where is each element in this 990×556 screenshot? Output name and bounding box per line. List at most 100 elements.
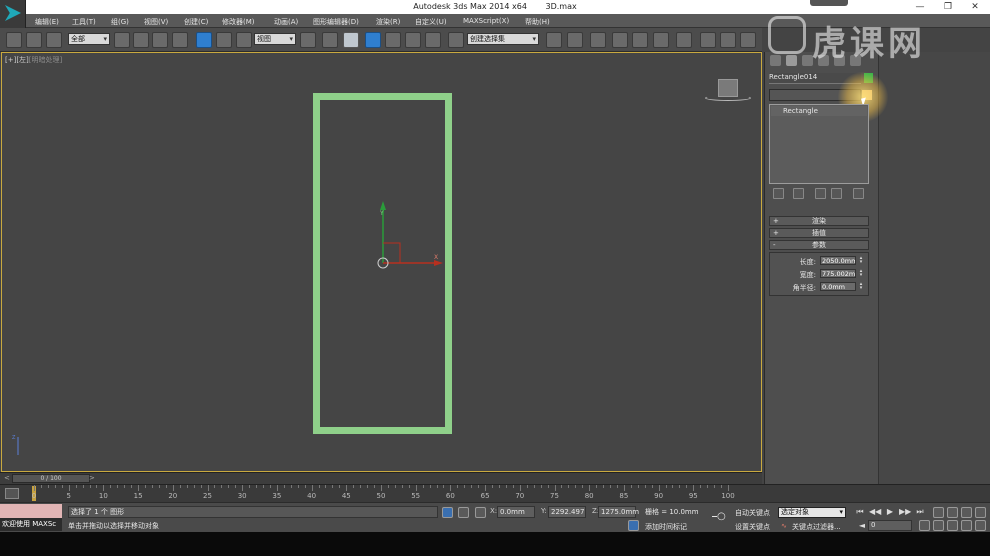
menu-help[interactable]: 帮助(H) bbox=[525, 17, 550, 27]
corner-radius-spinner-icon[interactable]: ▴ ▾ bbox=[858, 282, 864, 291]
rollout-rendering[interactable]: + 渲染 bbox=[769, 216, 869, 226]
current-frame-field[interactable]: 0 bbox=[868, 520, 912, 531]
go-to-start-icon[interactable]: ⏮ bbox=[854, 506, 866, 517]
previous-frame-icon[interactable]: ◀◀ bbox=[869, 506, 881, 517]
menu-modifiers[interactable]: 修改器(M) bbox=[222, 17, 255, 27]
minimize-button[interactable]: — bbox=[913, 1, 927, 13]
pan-view-icon[interactable] bbox=[947, 520, 958, 531]
bind-space-warp-icon[interactable] bbox=[46, 32, 62, 48]
maxscript-welcome[interactable]: 欢迎使用 MAXSc bbox=[0, 518, 62, 531]
play-icon[interactable]: ▶ bbox=[884, 506, 896, 517]
pivot-center-icon[interactable] bbox=[300, 32, 316, 48]
render-setup-icon[interactable] bbox=[700, 32, 716, 48]
zoom-all-icon[interactable] bbox=[947, 507, 958, 518]
select-link-icon[interactable] bbox=[6, 32, 22, 48]
schematic-view-icon[interactable] bbox=[653, 32, 669, 48]
reference-coordinate-dropdown[interactable]: 视图 bbox=[254, 33, 296, 45]
stack-item-rectangle[interactable]: Rectangle bbox=[771, 106, 867, 116]
align-icon[interactable] bbox=[567, 32, 583, 48]
menu-group[interactable]: 组(G) bbox=[111, 17, 129, 27]
x-coord-field[interactable]: 0.0mm bbox=[497, 506, 535, 518]
configure-modifier-sets-icon[interactable] bbox=[853, 188, 864, 199]
viewport-label[interactable]: [+][左][明暗处理] bbox=[5, 55, 62, 65]
unlink-icon[interactable] bbox=[26, 32, 42, 48]
app-menu-button[interactable] bbox=[0, 0, 26, 28]
time-configuration-icon[interactable] bbox=[919, 520, 930, 531]
rollout-interpolation[interactable]: + 插值 bbox=[769, 228, 869, 238]
key-filter-icon[interactable]: ∿ bbox=[781, 522, 787, 530]
select-and-rotate-icon[interactable] bbox=[216, 32, 232, 48]
select-and-scale-icon[interactable] bbox=[236, 32, 252, 48]
snaps-toggle-icon[interactable] bbox=[365, 32, 381, 48]
layer-manager-icon[interactable] bbox=[590, 32, 606, 48]
percent-snap-icon[interactable] bbox=[405, 32, 421, 48]
key-mode-toggle-icon[interactable]: ◄ bbox=[856, 520, 868, 531]
curve-editor-icon[interactable] bbox=[632, 32, 648, 48]
time-tag-icon[interactable] bbox=[628, 520, 639, 531]
maxscript-listener[interactable] bbox=[0, 504, 62, 518]
track-bar[interactable]: 0 5 10 15 20 25 30 35 40 45 50 55 60 65 70 75 80 85 90 95 10… bbox=[0, 484, 990, 502]
render-production-icon[interactable] bbox=[740, 32, 756, 48]
field-of-view-icon[interactable] bbox=[933, 520, 944, 531]
y-coord-field[interactable]: 2292.497 bbox=[548, 506, 586, 518]
window-crossing-icon[interactable] bbox=[172, 32, 188, 48]
absolute-mode-icon[interactable] bbox=[475, 507, 486, 518]
menu-views[interactable]: 视图(V) bbox=[144, 17, 168, 27]
pin-stack-icon[interactable] bbox=[773, 188, 784, 199]
width-field[interactable]: 775.002m bbox=[820, 269, 856, 278]
menu-graph-editors[interactable]: 图形编辑器(D) bbox=[313, 17, 359, 27]
mirror-icon[interactable] bbox=[546, 32, 562, 48]
select-and-move-icon[interactable] bbox=[196, 32, 212, 48]
orbit-icon[interactable] bbox=[961, 520, 972, 531]
maximize-button[interactable]: ❐ bbox=[941, 1, 955, 13]
move-gizmo[interactable]: Y X bbox=[372, 201, 447, 276]
zoom-icon[interactable] bbox=[933, 507, 944, 518]
key-filters-button[interactable]: 关键点过滤器... bbox=[792, 522, 841, 532]
key-icon[interactable]: ⎯○ bbox=[712, 511, 726, 522]
z-coord-field[interactable]: 1275.0mm bbox=[598, 506, 639, 518]
length-spinner-icon[interactable]: ▴ ▾ bbox=[858, 256, 864, 265]
time-next-arrow[interactable]: > bbox=[89, 474, 95, 482]
isolate-selection-icon[interactable] bbox=[442, 507, 453, 518]
set-key-button[interactable]: 设置关键点 bbox=[735, 522, 770, 532]
viewcube-ring[interactable] bbox=[705, 95, 751, 101]
selection-set-dropdown[interactable]: 选定对象 bbox=[778, 507, 846, 518]
selection-lock-icon[interactable] bbox=[458, 507, 469, 518]
rollout-parameters[interactable]: - 参数 bbox=[769, 240, 869, 250]
viewport-left[interactable]: [+][左][明暗处理] Y X Z bbox=[1, 52, 762, 472]
next-frame-icon[interactable]: ▶▶ bbox=[899, 506, 911, 517]
menu-edit[interactable]: 编辑(E) bbox=[35, 17, 59, 27]
select-object-icon[interactable] bbox=[114, 32, 130, 48]
time-slider[interactable]: < 0 / 100 > bbox=[0, 472, 762, 484]
modifier-stack[interactable]: Rectangle bbox=[769, 104, 869, 184]
rendered-frame-window-icon[interactable] bbox=[720, 32, 736, 48]
width-spinner-icon[interactable]: ▴ ▾ bbox=[858, 269, 864, 278]
time-slider-thumb[interactable]: 0 / 100 bbox=[12, 474, 90, 483]
add-time-tag[interactable]: 添加时间标记 bbox=[645, 522, 687, 532]
remove-modifier-icon[interactable] bbox=[831, 188, 842, 199]
time-prev-arrow[interactable]: < bbox=[4, 474, 10, 482]
close-button[interactable]: ✕ bbox=[968, 1, 982, 13]
spinner-snap-icon[interactable] bbox=[425, 32, 441, 48]
named-selection-dropdown[interactable]: 创建选择集 bbox=[467, 33, 539, 45]
menu-animation[interactable]: 动画(A) bbox=[274, 17, 298, 27]
mini-curve-editor-icon[interactable] bbox=[5, 488, 19, 499]
menu-create[interactable]: 创建(C) bbox=[184, 17, 208, 27]
make-unique-icon[interactable] bbox=[815, 188, 826, 199]
selection-filter-dropdown[interactable]: 全部 bbox=[68, 33, 110, 45]
show-end-result-icon[interactable] bbox=[793, 188, 804, 199]
menu-customize[interactable]: 自定义(U) bbox=[415, 17, 447, 27]
edit-named-selection-icon[interactable] bbox=[448, 32, 464, 48]
go-to-end-icon[interactable]: ⏭ bbox=[914, 506, 926, 517]
select-by-name-icon[interactable] bbox=[133, 32, 149, 48]
menu-rendering[interactable]: 渲染(R) bbox=[376, 17, 400, 27]
auto-key-button[interactable]: 自动关键点 bbox=[735, 508, 770, 518]
menu-tools[interactable]: 工具(T) bbox=[72, 17, 96, 27]
maximize-viewport-icon[interactable] bbox=[975, 520, 986, 531]
menu-maxscript[interactable]: MAXScript(X) bbox=[463, 17, 509, 25]
angle-snap-icon[interactable] bbox=[385, 32, 401, 48]
length-field[interactable]: 2050.0mm bbox=[820, 256, 856, 265]
keyboard-shortcut-override-icon[interactable] bbox=[343, 32, 359, 48]
graphite-ribbon-icon[interactable] bbox=[612, 32, 628, 48]
gizmo-plane-handle[interactable] bbox=[383, 242, 401, 263]
